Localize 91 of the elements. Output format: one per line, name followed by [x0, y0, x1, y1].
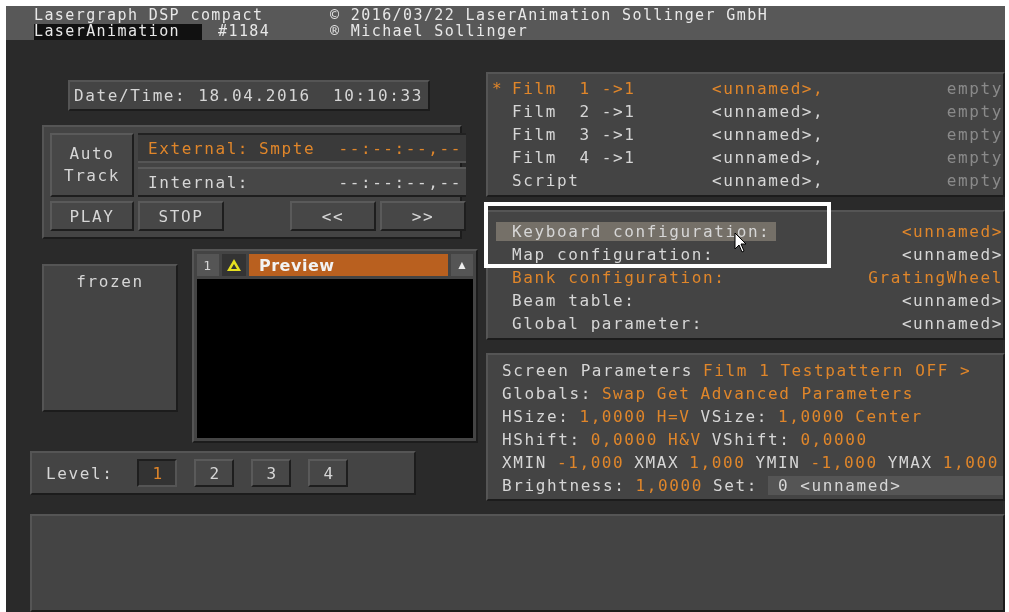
forward-button[interactable]: >> — [380, 201, 466, 231]
film-name: Script — [512, 171, 581, 190]
owner-name: LaserAnimation — [34, 24, 203, 40]
config-item[interactable]: Bank configuration: — [496, 268, 732, 287]
stop-button[interactable]: STOP — [138, 201, 224, 231]
film-name: Film 2 ->1 — [512, 102, 637, 121]
config-value: <unnamed> — [901, 222, 1003, 241]
parameter-label: YMIN — [755, 453, 801, 472]
parameter-label: VShift: — [711, 430, 791, 449]
config-item[interactable]: Beam table: — [496, 291, 642, 310]
copyright-text: © 2016/03/22 LaserAnimation Sollinger GmbH — [330, 8, 769, 24]
level-tab[interactable]: 1 — [137, 459, 178, 487]
film-status: empty — [946, 171, 1003, 190]
parameter-label: YMAX — [887, 453, 933, 472]
parameter-value[interactable]: Testpattern OFF > — [780, 361, 972, 380]
film-name: Film 3 ->1 — [512, 125, 637, 144]
parameter-value[interactable]: Swap — [601, 384, 647, 403]
parameter-value[interactable]: 0,0000 — [800, 430, 868, 449]
film-name: Film 4 ->1 — [512, 148, 637, 167]
date-time-label: Date/Time: — [74, 86, 187, 105]
film-show: <unnamed>, — [712, 125, 826, 144]
film-show: <unnamed>, — [712, 171, 826, 190]
parameter-value[interactable]: -1,000 — [556, 453, 625, 472]
parameter-label: VSize: — [700, 407, 768, 426]
config-item[interactable]: Keyboard configuration: — [496, 222, 777, 241]
timecode-label: External: — [148, 138, 250, 158]
parameter-value[interactable]: 1,0000 — [635, 476, 703, 495]
set-field[interactable]: 0 <unnamed> — [767, 476, 1003, 495]
timecode-value: --:--:--,-- — [338, 138, 462, 158]
parameter-label: Set: — [712, 476, 758, 495]
film-show: <unnamed>, — [712, 148, 826, 167]
film-status: empty — [946, 125, 1003, 144]
preview-title: Preview — [249, 254, 448, 276]
config-item[interactable]: Global parameter: — [496, 314, 709, 333]
parameter-value[interactable]: 1,0000 — [777, 407, 846, 426]
date-time-value: 18.04.2016 10:10:33 — [198, 86, 423, 105]
parameter-value[interactable]: 1,0000 — [579, 407, 647, 426]
config-value: GratingWheel — [868, 268, 1003, 287]
parameter-label: Brightness: — [502, 476, 626, 495]
parameter-label: Globals: — [502, 384, 592, 403]
preview-number: 1 — [197, 254, 219, 276]
level-tab[interactable]: 2 — [194, 459, 235, 487]
parameter-value[interactable]: 0,0000 — [590, 430, 659, 449]
level-tab[interactable]: 3 — [251, 459, 292, 487]
parameter-value[interactable]: -1,000 — [810, 453, 878, 472]
selection-marker: * — [492, 79, 505, 98]
rewind-button[interactable]: << — [290, 201, 376, 231]
level-label: Level: — [46, 463, 114, 483]
film-name: Film 1 ->1 — [512, 79, 637, 98]
film-row[interactable]: Film 2 ->1 <unnamed>, empty — [492, 100, 1003, 123]
parameter-value[interactable]: H=V — [656, 407, 691, 426]
timecode-field[interactable]: External: Smpte --:--:--,-- — [138, 133, 466, 163]
serial-number: #1184 — [218, 24, 271, 40]
film-show: <unnamed>, — [712, 102, 826, 121]
timecode-label: Internal: — [148, 172, 250, 192]
parameter-value[interactable]: Get — [656, 384, 691, 403]
parameter-label: XMIN — [502, 453, 547, 472]
parameter-label: HShift: — [502, 430, 581, 449]
frozen-panel[interactable]: frozen — [42, 264, 178, 412]
film-row[interactable]: Film 3 ->1 <unnamed>, empty — [492, 123, 1003, 146]
parameter-value[interactable]: 1,000 — [689, 453, 746, 472]
frozen-label: frozen — [76, 272, 144, 293]
timecode-source: Smpte — [259, 138, 316, 158]
play-button[interactable]: PLAY — [50, 201, 134, 231]
author-text: ® Michael Sollinger — [330, 24, 529, 40]
film-row[interactable]: Script <unnamed>, empty — [492, 169, 1003, 192]
parameter-value[interactable]: H&V — [668, 430, 702, 449]
film-show: <unnamed>, — [712, 79, 826, 98]
config-item[interactable]: Map configuration: — [496, 245, 721, 264]
collapse-button[interactable]: ▲ — [451, 254, 473, 276]
parameter-label: XMAX — [634, 453, 680, 472]
parameter-label: Screen Parameters — [502, 361, 693, 380]
parameter-value[interactable]: 1,000 — [942, 453, 999, 472]
film-row[interactable]: Film 4 ->1 <unnamed>, empty — [492, 146, 1003, 169]
product-name: Lasergraph DSP compact — [34, 8, 264, 24]
film-row[interactable]: * Film 1 ->1 <unnamed>, empty — [492, 77, 1003, 100]
config-value: <unnamed> — [901, 245, 1003, 264]
config-value: <unnamed> — [901, 314, 1003, 333]
warning-icon — [222, 254, 246, 276]
level-tab[interactable]: 4 — [308, 459, 349, 487]
film-status: empty — [946, 79, 1003, 98]
film-status: empty — [946, 148, 1003, 167]
config-value: <unnamed> — [901, 291, 1003, 310]
parameter-value[interactable]: Center — [855, 407, 923, 426]
parameter-label: HSize: — [502, 407, 570, 426]
timecode-value: --:--:--,-- — [338, 172, 462, 192]
auto-track-button[interactable]: Auto Track — [50, 133, 134, 197]
parameter-value[interactable]: Film 1 — [702, 361, 771, 380]
parameter-value[interactable]: Advanced Parameters — [700, 384, 914, 403]
film-status: empty — [946, 102, 1003, 121]
timecode-field[interactable]: Internal: --:--:--,-- — [138, 167, 466, 197]
